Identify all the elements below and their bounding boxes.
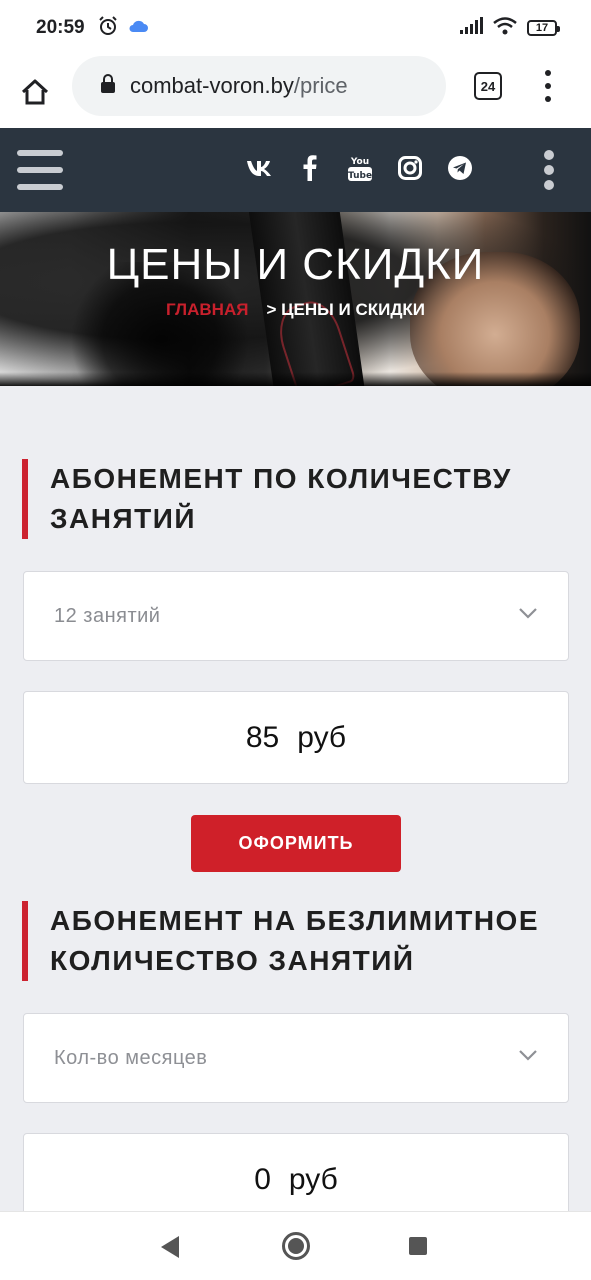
price-unit: руб — [297, 720, 347, 754]
browser-toolbar: combat-voron.by/price 24 — [0, 56, 591, 128]
price-value: 85 — [245, 720, 280, 754]
tab-switcher-button[interactable]: 24 — [474, 72, 502, 100]
social-links: You Tube — [246, 154, 474, 182]
facebook-icon[interactable] — [296, 154, 324, 182]
site-header: You Tube — [0, 128, 591, 212]
hamburger-menu-icon[interactable] — [17, 150, 63, 190]
recent-apps-icon[interactable] — [409, 1237, 427, 1255]
order-button[interactable]: ОФОРМИТЬ — [191, 815, 401, 872]
lock-icon — [100, 73, 116, 99]
section-title-unlimited-subscription: АБОНЕМЕНТ НА БЕЗЛИМИТНОЕ КОЛИЧЕСТВО ЗАНЯ… — [22, 901, 562, 981]
status-bar: 20:59 17 — [0, 0, 591, 56]
breadcrumb: ГЛАВНАЯ > ЦЕНЫ И СКИДКИ — [0, 300, 591, 320]
breadcrumb-home-link[interactable]: ГЛАВНАЯ — [166, 300, 248, 320]
lessons-count-select-value: 12 занятий — [54, 604, 161, 627]
home-circle-icon[interactable] — [282, 1232, 310, 1260]
breadcrumb-current: ЦЕНЫ И СКИДКИ — [281, 300, 426, 319]
price-display-count: 85 руб — [23, 691, 569, 784]
url-text: combat-voron.by/price — [130, 73, 348, 99]
breadcrumb-separator: > — [266, 300, 277, 319]
address-bar[interactable]: combat-voron.by/price — [72, 56, 446, 116]
section-title-count-subscription: АБОНЕМЕНТ ПО КОЛИЧЕСТВУ ЗАНЯТИЙ — [22, 459, 562, 539]
youtube-icon[interactable]: You Tube — [346, 154, 374, 182]
home-icon — [21, 79, 49, 105]
svg-text:You: You — [350, 157, 369, 167]
url-domain: combat-voron.by — [130, 73, 294, 98]
svg-text:Tube: Tube — [348, 171, 372, 181]
vk-icon[interactable] — [246, 154, 274, 182]
browser-menu-button[interactable] — [540, 70, 556, 102]
browser-home-button[interactable] — [0, 56, 70, 128]
system-navigation-bar — [0, 1211, 591, 1280]
price-unit: руб — [288, 1162, 338, 1196]
price-value: 0 — [254, 1162, 271, 1196]
telegram-icon[interactable] — [446, 154, 474, 182]
site-more-menu-icon[interactable] — [542, 150, 556, 190]
battery-icon: 17 — [527, 20, 560, 36]
months-count-select[interactable]: Кол-во месяцев — [23, 1013, 569, 1103]
wifi-icon — [493, 16, 517, 40]
cloud-icon — [127, 18, 149, 39]
back-icon[interactable] — [161, 1236, 179, 1258]
page-title: ЦЕНЫ И СКИДКИ — [106, 240, 485, 289]
instagram-icon[interactable] — [396, 154, 424, 182]
signal-icon — [459, 16, 483, 40]
status-time: 20:59 — [36, 17, 85, 38]
months-count-select-placeholder: Кол-во месяцев — [54, 1046, 208, 1069]
hero-banner: ЦЕНЫ И СКИДКИ ГЛАВНАЯ > ЦЕНЫ И СКИДКИ — [0, 212, 591, 386]
lessons-count-select[interactable]: 12 занятий — [23, 571, 569, 661]
chevron-down-icon — [518, 1048, 538, 1067]
alarm-icon — [97, 15, 119, 42]
url-path: /price — [293, 73, 348, 98]
chevron-down-icon — [518, 606, 538, 625]
